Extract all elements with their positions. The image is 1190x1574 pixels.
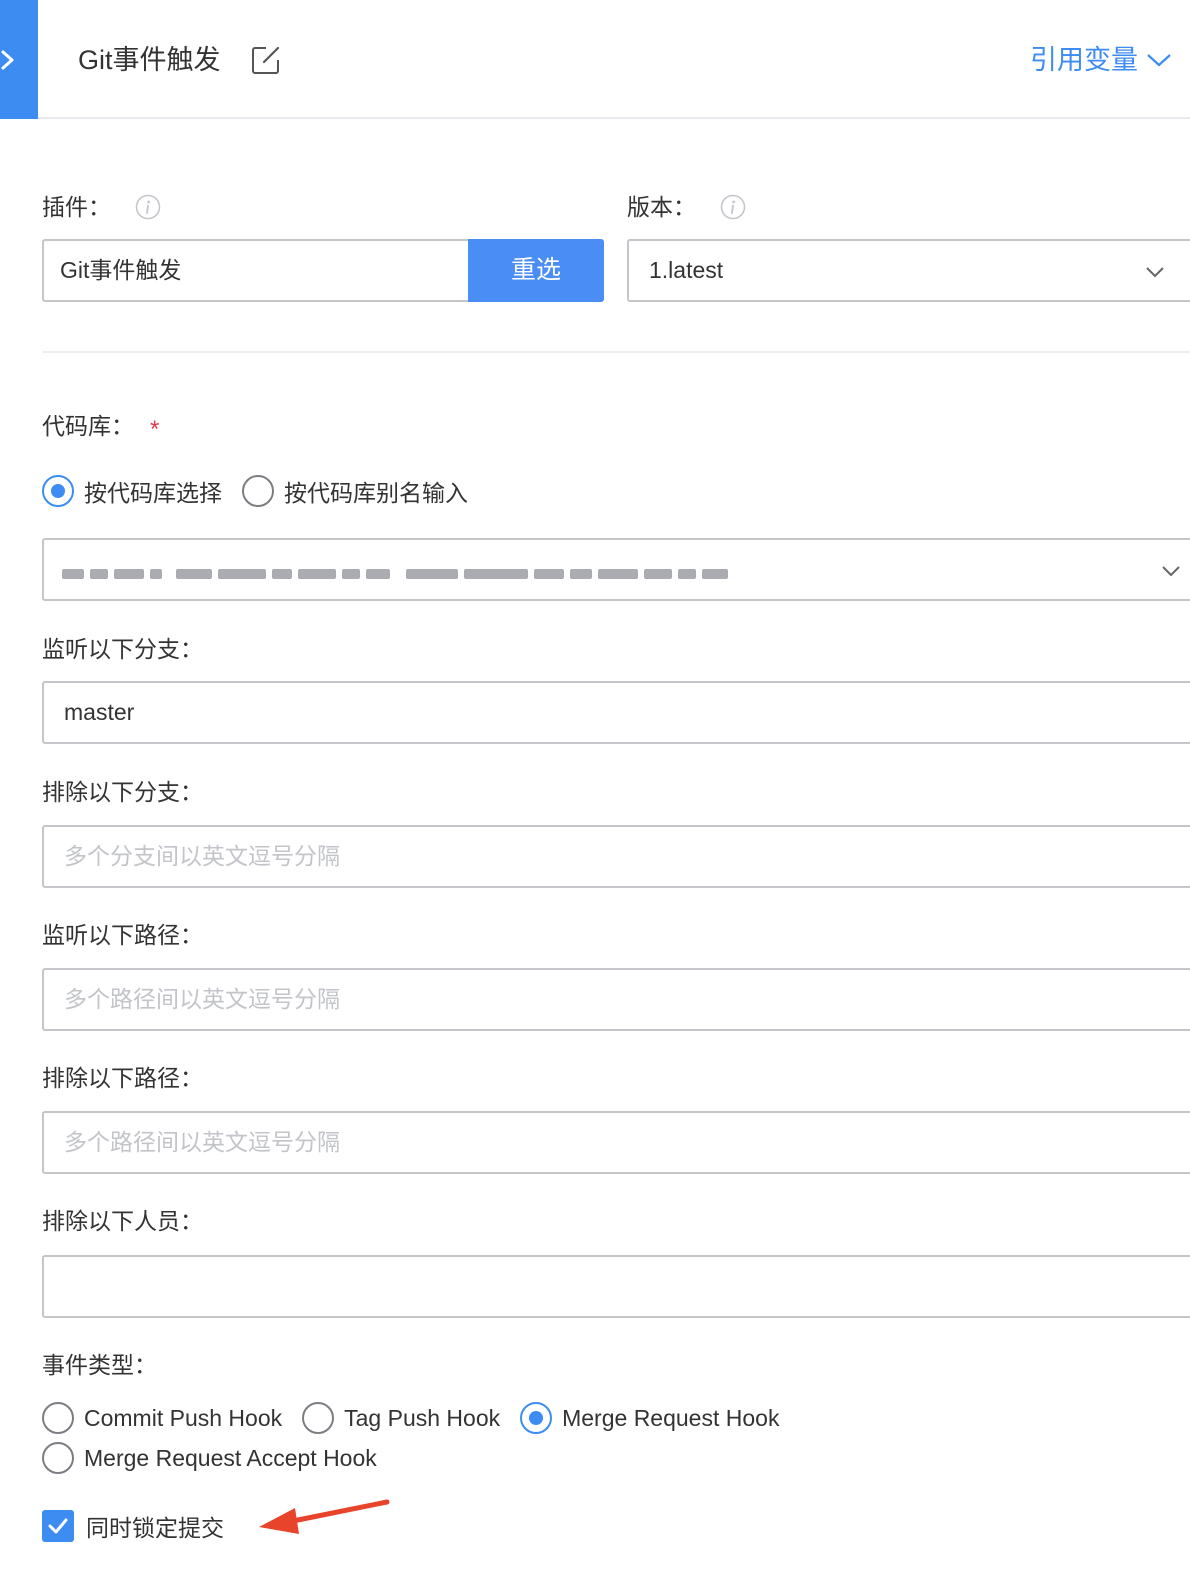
chevron-down-icon xyxy=(1146,267,1164,278)
branch-exclude-label: 排除以下分支 xyxy=(42,779,180,805)
chevron-down-icon xyxy=(1147,54,1171,67)
repo-select[interactable] xyxy=(42,538,1190,601)
version-select[interactable]: 1.latest xyxy=(627,239,1190,302)
edit-icon[interactable] xyxy=(250,44,282,76)
plugin-field: Git事件触发 xyxy=(42,239,469,302)
radio-checked[interactable] xyxy=(42,475,74,507)
reference-variables-label: 引用变量 xyxy=(1030,45,1138,75)
plugin-label: 插件 xyxy=(42,194,88,220)
event-merge-request-option[interactable]: Merge Request Hook xyxy=(520,1402,779,1434)
user-exclude-selector[interactable] xyxy=(42,1255,1190,1318)
radio-checked[interactable] xyxy=(520,1402,553,1434)
repo-value-pixelated xyxy=(62,564,734,584)
lock-commit-checkbox-row[interactable]: 同时锁定提交 xyxy=(42,1509,224,1543)
radio-unchecked[interactable] xyxy=(42,1402,74,1434)
event-tag-push-option[interactable]: Tag Push Hook xyxy=(302,1402,500,1434)
check-icon xyxy=(48,1518,68,1534)
event-commit-push-label: Commit Push Hook xyxy=(84,1404,283,1431)
panel-header: Git事件触发 引用变量 xyxy=(0,0,1190,119)
repo-mode-select-label: 按代码库选择 xyxy=(84,480,222,506)
user-exclude-label-row: 排除以下人员： xyxy=(42,1208,203,1234)
event-merge-request-accept-label: Merge Request Accept Hook xyxy=(84,1444,377,1471)
branch-include-label-row: 监听以下分支： xyxy=(42,636,203,662)
chevron-right-icon xyxy=(1,50,14,70)
version-label: 版本 xyxy=(627,194,673,220)
section-divider xyxy=(42,351,1190,353)
path-include-label: 监听以下路径 xyxy=(42,922,180,948)
event-type-radio-group: Commit Push Hook Tag Push Hook Merge Req… xyxy=(42,1402,799,1434)
lock-commit-checkbox[interactable] xyxy=(42,1510,74,1542)
reselect-button[interactable]: 重选 xyxy=(468,239,604,302)
lock-commit-label: 同时锁定提交 xyxy=(86,1515,224,1541)
info-icon[interactable] xyxy=(720,194,746,220)
repo-mode-alias-label: 按代码库别名输入 xyxy=(284,480,468,506)
required-asterisk: * xyxy=(150,416,160,443)
path-include-label-row: 监听以下路径： xyxy=(42,922,203,948)
event-tag-push-label: Tag Push Hook xyxy=(344,1404,501,1431)
branch-exclude-input[interactable] xyxy=(42,825,1190,888)
repo-mode-radio-group: 按代码库选择 按代码库别名输入 xyxy=(42,474,488,508)
plugin-label-row: 插件： xyxy=(42,192,161,222)
path-exclude-label: 排除以下路径 xyxy=(42,1065,180,1091)
event-merge-request-label: Merge Request Hook xyxy=(562,1404,780,1431)
repo-mode-alias-option[interactable]: 按代码库别名输入 xyxy=(242,474,468,508)
event-type-radio-group-row2: Merge Request Accept Hook xyxy=(42,1442,397,1474)
annotation-arrow-icon xyxy=(259,1499,390,1534)
path-exclude-label-row: 排除以下路径： xyxy=(42,1065,203,1091)
event-merge-request-accept-option[interactable]: Merge Request Accept Hook xyxy=(42,1442,377,1474)
branch-include-input[interactable] xyxy=(42,681,1190,744)
radio-unchecked[interactable] xyxy=(242,475,274,507)
chevron-down-icon xyxy=(1162,566,1180,577)
event-commit-push-option[interactable]: Commit Push Hook xyxy=(42,1402,282,1434)
radio-unchecked[interactable] xyxy=(42,1442,74,1474)
user-exclude-label: 排除以下人员 xyxy=(42,1208,180,1234)
collapse-panel-button[interactable] xyxy=(0,0,38,119)
path-exclude-input[interactable] xyxy=(42,1111,1190,1174)
reference-variables-dropdown[interactable]: 引用变量 xyxy=(1030,40,1172,80)
repo-label-row: 代码库： * xyxy=(42,413,160,443)
path-include-input[interactable] xyxy=(42,968,1190,1031)
radio-unchecked[interactable] xyxy=(302,1402,335,1434)
branch-exclude-label-row: 排除以下分支： xyxy=(42,779,203,805)
event-type-label: 事件类型 xyxy=(42,1352,134,1378)
version-value: 1.latest xyxy=(649,257,724,283)
info-icon[interactable] xyxy=(135,194,161,220)
repo-label: 代码库 xyxy=(42,413,111,439)
repo-mode-select-option[interactable]: 按代码库选择 xyxy=(42,474,222,508)
version-label-row: 版本： xyxy=(627,192,746,222)
branch-include-label: 监听以下分支 xyxy=(42,636,180,662)
page-title: Git事件触发 xyxy=(78,45,221,75)
event-type-label-row: 事件类型： xyxy=(42,1352,157,1378)
